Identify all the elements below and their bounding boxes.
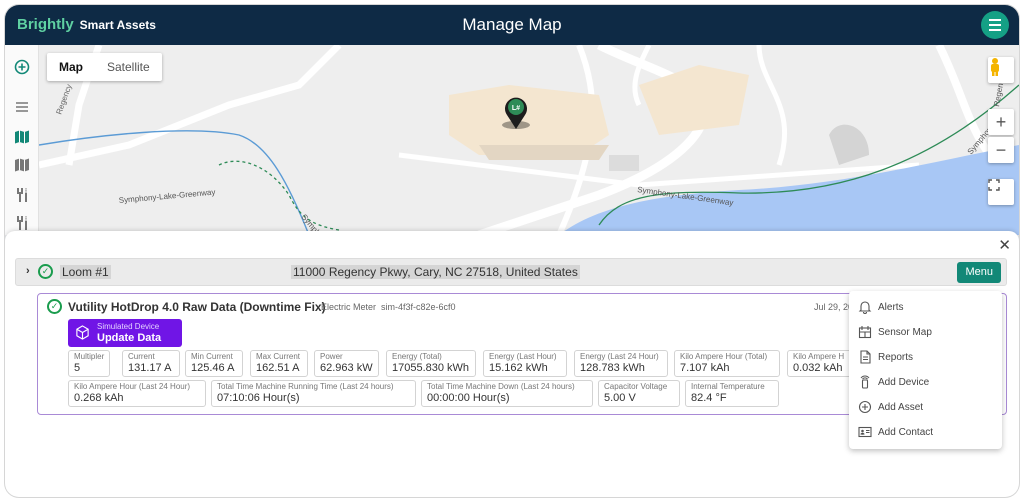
menu-item-alerts[interactable]: Alerts (858, 298, 904, 316)
update-data-button[interactable]: Simulated Device Update Data (68, 319, 182, 347)
contact-card-icon (858, 426, 872, 438)
tab-satellite[interactable]: Satellite (95, 53, 162, 81)
sensor-map-icon (858, 326, 872, 339)
street-view-button[interactable] (988, 57, 1014, 83)
metric-internal-temperature: Internal Temperature 82.4 °F (685, 380, 779, 407)
metric-current: Current 131.17 A (122, 350, 180, 377)
metric-energy-total: Energy (Total) 17055.830 kWh (386, 350, 476, 377)
device-id: sim-4f3f-c82e-6cf0 (381, 302, 456, 312)
map-graphic: Regency Symphony-Lake-Greenway Symph Sym… (39, 45, 1019, 235)
plus-icon: + (995, 111, 1007, 132)
fullscreen-button[interactable] (988, 179, 1014, 205)
metric-kah-last-hour: Kilo Ampere H 0.032 kAh (787, 350, 857, 377)
device-icon (860, 375, 870, 389)
page-title: Manage Map (462, 15, 562, 34)
menu-button[interactable]: Menu (957, 262, 1001, 283)
top-bar: Brightly Smart Assets Manage Map (5, 5, 1019, 45)
cube-icon (76, 325, 89, 340)
map-icon[interactable] (14, 129, 30, 145)
tab-map[interactable]: Map (47, 53, 95, 81)
bell-icon (858, 301, 872, 314)
location-dropdown-menu: Alerts Sensor Map Reports Add Device Add… (849, 291, 1002, 449)
device-status-check-icon: ✓ (47, 299, 62, 314)
map-outline-icon[interactable] (14, 157, 30, 173)
location-address: 11000 Regency Pkwy, Cary, NC 27518, Unit… (291, 265, 580, 279)
metric-energy-last-hour: Energy (Last Hour) 15.162 kWh (483, 350, 567, 377)
fullscreen-icon (988, 179, 1000, 191)
tools-icon[interactable] (14, 187, 30, 203)
device-title: Vutility HotDrop 4.0 Raw Data (Downtime … (68, 300, 326, 314)
pegman-icon (991, 58, 999, 76)
metric-min-current: Min Current 125.46 A (185, 350, 243, 377)
device-type: Electric Meter (321, 302, 377, 312)
plus-circle-icon (858, 400, 872, 414)
sidebar (5, 45, 39, 235)
update-data-label: Update Data (97, 332, 162, 344)
menu-item-sensor-map[interactable]: Sensor Map (858, 323, 932, 341)
zoom-out-button[interactable]: − (988, 137, 1014, 163)
road-label-greenway-left: Symphony-Lake-Greenway (118, 188, 215, 205)
document-icon (860, 350, 871, 364)
list-icon[interactable] (14, 99, 30, 115)
map-type-toggle: Map Satellite (47, 53, 162, 81)
metric-kah-last-24h: Kilo Ampere Hour (Last 24 Hour) 0.268 kAh (68, 380, 206, 407)
metric-down-time: Total Time Machine Down (Last 24 hours) 0… (421, 380, 593, 407)
road-label-regency: Regency (54, 83, 73, 116)
metric-kah-total: Kilo Ampere Hour (Total) 7.107 kAh (674, 350, 780, 377)
menu-item-add-asset[interactable]: Add Asset (858, 398, 923, 416)
close-icon: ✕ (998, 237, 1011, 254)
chevron-right-icon[interactable]: › (26, 265, 30, 277)
minus-icon: − (995, 139, 1007, 160)
metric-power: Power 62.963 kW (314, 350, 379, 377)
location-row[interactable]: › ✓ Loom #1 11000 Regency Pkwy, Cary, NC… (15, 258, 1007, 286)
menu-item-add-device[interactable]: Add Device (858, 373, 929, 391)
tools-icon-2[interactable] (14, 215, 30, 231)
zoom-in-button[interactable]: + (988, 109, 1014, 135)
hamburger-menu-button[interactable] (981, 11, 1009, 39)
metric-capacitor-voltage: Capacitor Voltage 5.00 V (598, 380, 680, 407)
map-canvas[interactable]: Regency Symphony-Lake-Greenway Symph Sym… (39, 45, 1019, 235)
location-name: Loom #1 (60, 265, 111, 279)
app-window: Brightly Smart Assets Manage Map Regency… (5, 5, 1019, 497)
map-marker-label[interactable]: L# (512, 105, 520, 112)
menu-item-reports[interactable]: Reports (858, 348, 913, 366)
metric-running-time: Total Time Machine Running Time (Last 24… (211, 380, 416, 407)
metric-max-current: Max Current 162.51 A (250, 350, 308, 377)
close-panel-button[interactable]: ✕ (998, 236, 1011, 254)
status-check-icon: ✓ (38, 264, 53, 279)
add-circle-icon[interactable] (14, 59, 30, 75)
metric-multiplier: Multipler 5 (68, 350, 110, 377)
device-date: Jul 29, 20 (814, 302, 854, 312)
hamburger-icon (989, 18, 1001, 33)
metric-energy-last-24h: Energy (Last 24 Hour) 128.783 kWh (574, 350, 668, 377)
menu-item-add-contact[interactable]: Add Contact (858, 423, 933, 441)
sim-device-caption: Simulated Device (97, 322, 160, 331)
